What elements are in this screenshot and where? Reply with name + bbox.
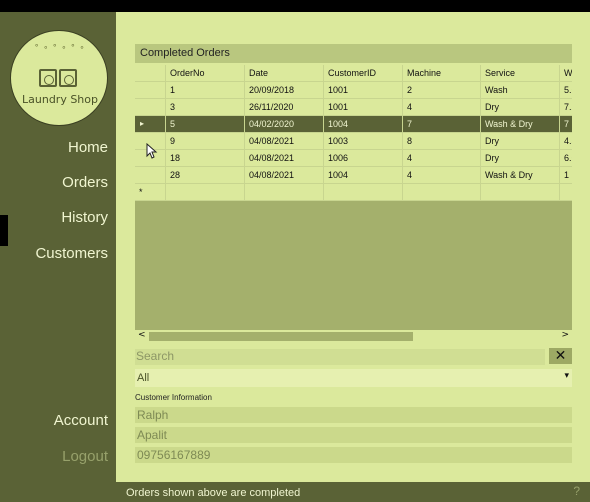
laundry-shop-logo: ° ∘ ° ∘ ° ∘ Laundry Shop (10, 30, 108, 126)
table-cell[interactable]: 1001 (324, 82, 403, 99)
table-cell[interactable]: Wash (481, 82, 560, 99)
column-header[interactable]: Date (245, 65, 324, 82)
table-cell[interactable]: 3 (166, 99, 245, 116)
new-row-cell[interactable] (245, 184, 324, 201)
new-row-marker[interactable]: * (135, 184, 166, 201)
table-cell[interactable]: 1001 (324, 99, 403, 116)
nav-home[interactable]: Home (68, 139, 108, 156)
table-cell[interactable]: 4 (403, 150, 481, 167)
table-cell[interactable]: Dry (481, 133, 560, 150)
washing-machine-icon (39, 69, 81, 89)
logo-text: Laundry Shop (22, 93, 98, 106)
table-cell[interactable]: 20/09/2018 (245, 82, 324, 99)
table-cell[interactable]: 9 (166, 133, 245, 150)
clear-search-button[interactable]: ✕ (549, 348, 572, 364)
table-cell[interactable]: 1 (560, 167, 572, 184)
grid-corner (135, 65, 166, 82)
scroll-right-icon[interactable]: > (561, 330, 569, 340)
table-cell[interactable]: 1 (166, 82, 245, 99)
column-header[interactable]: Service (481, 65, 560, 82)
orders-grid[interactable]: OrderNo Date CustomerID Machine Service W 1 20/… (135, 65, 572, 343)
column-header[interactable]: W (560, 65, 572, 82)
nav-history[interactable]: History (61, 209, 108, 226)
column-header[interactable]: Machine (403, 65, 481, 82)
table-cell[interactable]: 28 (166, 167, 245, 184)
main-panel: Completed Orders OrderNo Date CustomerID Ma… (116, 12, 590, 502)
scrollbar-thumb[interactable] (149, 332, 413, 341)
row-header[interactable] (135, 99, 166, 116)
table-cell[interactable]: 1004 (324, 167, 403, 184)
new-row-cell[interactable] (403, 184, 481, 201)
sidebar: ° ∘ ° ∘ ° ∘ Laundry Shop Home Orders His… (0, 12, 116, 502)
table-cell[interactable]: Dry (481, 99, 560, 116)
search-input[interactable]: Search (135, 349, 545, 365)
bubbles-icon: ° ∘ ° ∘ ° ∘ (34, 43, 86, 52)
filter-dropdown[interactable]: All ▾ (135, 369, 572, 387)
status-text: Orders shown above are completed (126, 487, 301, 499)
table-cell[interactable]: 8 (403, 133, 481, 150)
customer-last-name-field[interactable]: Apalit (135, 427, 572, 443)
table-cell[interactable]: 04/08/2021 (245, 167, 324, 184)
table-cell[interactable]: 4.5 (560, 133, 572, 150)
table-cell[interactable]: 18 (166, 150, 245, 167)
table-cell[interactable]: 04/08/2021 (245, 133, 324, 150)
table-cell[interactable]: Dry (481, 150, 560, 167)
table-cell[interactable]: 5.6 (560, 82, 572, 99)
table-cell[interactable]: 2 (403, 82, 481, 99)
window-top-bar (0, 0, 590, 12)
nav-account[interactable]: Account (54, 412, 108, 429)
nav-customers[interactable]: Customers (35, 245, 108, 262)
grid-title: Completed Orders (135, 44, 572, 63)
table-cell[interactable]: 04/02/2020 (245, 116, 324, 133)
table-cell[interactable]: 6.6 (560, 150, 572, 167)
help-icon[interactable]: ? (573, 484, 580, 498)
chevron-down-icon[interactable]: ▾ (564, 370, 569, 381)
status-bar: Orders shown above are completed ? (116, 482, 590, 502)
mouse-cursor-icon (146, 143, 158, 159)
nav-orders[interactable]: Orders (62, 174, 108, 191)
column-header[interactable]: OrderNo (166, 65, 245, 82)
new-row-cell[interactable] (166, 184, 245, 201)
nav-logout[interactable]: Logout (62, 448, 108, 465)
new-row-cell[interactable] (324, 184, 403, 201)
row-header[interactable] (135, 82, 166, 99)
new-row-cell[interactable] (560, 184, 572, 201)
customer-first-name-field[interactable]: Ralph (135, 407, 572, 423)
table-cell[interactable]: 4 (403, 99, 481, 116)
table-cell[interactable]: Wash & Dry (481, 116, 560, 133)
table-cell[interactable]: 1004 (324, 116, 403, 133)
column-header[interactable]: CustomerID (324, 65, 403, 82)
table-cell[interactable]: 26/11/2020 (245, 99, 324, 116)
nav-active-marker (0, 215, 8, 246)
scroll-left-icon[interactable]: < (138, 330, 146, 340)
customer-phone-field[interactable]: 09756167889 (135, 447, 572, 463)
table-cell[interactable]: 4 (403, 167, 481, 184)
filter-selected-value: All (137, 372, 150, 384)
horizontal-scrollbar[interactable]: < > (135, 330, 572, 343)
table-cell[interactable]: 7 (560, 116, 572, 133)
row-header[interactable] (135, 167, 166, 184)
table-cell[interactable]: 7 (403, 116, 481, 133)
table-cell[interactable]: 7.2 (560, 99, 572, 116)
table-cell[interactable]: 1006 (324, 150, 403, 167)
table-cell[interactable]: 5 (166, 116, 245, 133)
table-cell[interactable]: 1003 (324, 133, 403, 150)
new-row-cell[interactable] (481, 184, 560, 201)
customer-info-label: Customer Information (135, 393, 212, 402)
table-cell[interactable]: 04/08/2021 (245, 150, 324, 167)
row-header[interactable]: ▸ (135, 116, 166, 133)
table-cell[interactable]: Wash & Dry (481, 167, 560, 184)
